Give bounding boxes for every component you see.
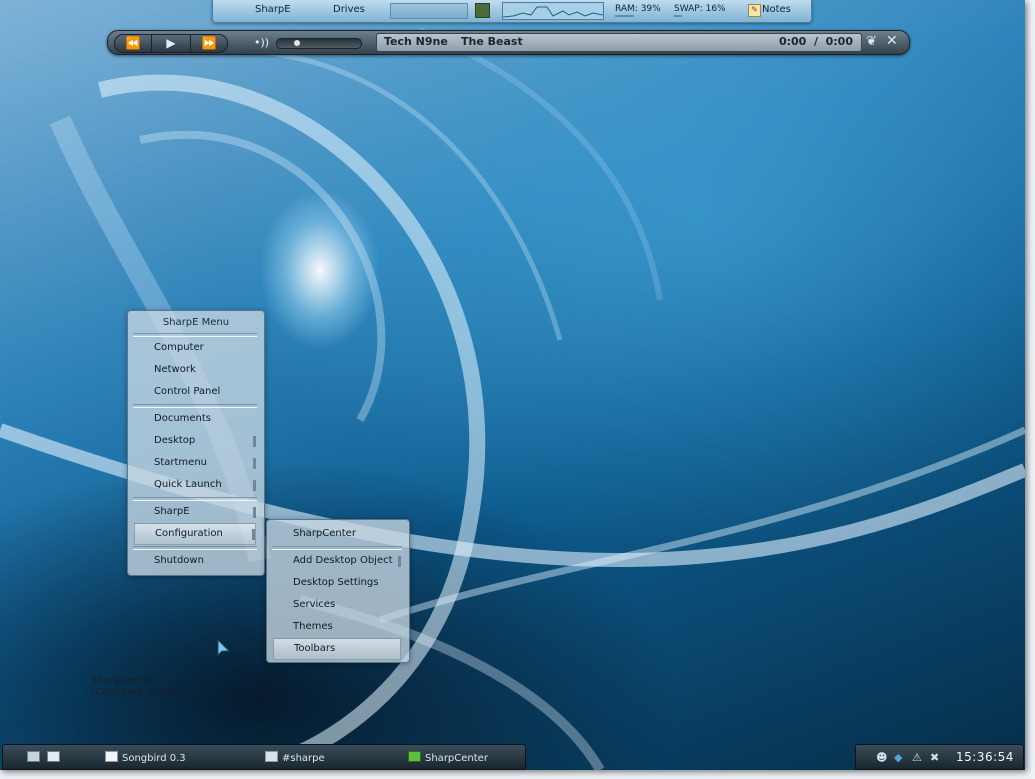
ram-meter	[615, 15, 634, 17]
network-icon[interactable]: ◆	[894, 751, 902, 764]
menu-item-sharpcenter[interactable]: SharpCenter	[273, 524, 397, 544]
drive-usage-bar	[390, 3, 468, 19]
notepad-icon[interactable]: ✎	[748, 4, 761, 17]
menu-item-startmenu[interactable]: Startmenu	[134, 453, 256, 473]
submenu-indicator	[253, 458, 256, 469]
menu-item-quick-launch[interactable]: Quick Launch	[134, 475, 256, 495]
menu-separator	[133, 546, 257, 550]
menu-item-computer[interactable]: Computer	[134, 338, 256, 358]
top-toolbar: SharpE Drives RAM: 39% SWAP: 16% ✎ Notes	[212, 0, 812, 23]
drives-button[interactable]: Drives	[333, 4, 365, 15]
messenger-icon[interactable]: ☻	[876, 751, 887, 764]
menu-item-label: Quick Launch	[154, 479, 222, 490]
next-button[interactable]: ⏩	[190, 34, 228, 53]
songbird-icon	[105, 751, 118, 762]
submenu-indicator	[252, 529, 255, 540]
submenu-indicator	[253, 436, 256, 447]
play-button[interactable]: ▶	[151, 34, 191, 53]
track-title: The Beast	[461, 35, 523, 48]
submenu-indicator	[398, 556, 401, 567]
menu-item-configuration[interactable]: Configuration	[134, 523, 256, 545]
ram-label: RAM: 39%	[615, 4, 661, 14]
fast-backward-icon: ⏪	[125, 36, 141, 50]
monitor-icon[interactable]	[475, 3, 490, 18]
menu-item-label: Configuration	[155, 528, 223, 539]
seek-slider[interactable]	[276, 38, 362, 49]
menu-separator	[133, 404, 257, 408]
menu-separator	[133, 497, 257, 501]
menu-separator	[272, 546, 402, 550]
menu-item-desktop-settings[interactable]: Desktop Settings	[273, 573, 401, 593]
connection-icon[interactable]: ⚠	[912, 751, 922, 764]
cpu-graph	[502, 2, 604, 20]
tooltip: SharpCenter (Configure SharpE)	[91, 675, 186, 699]
volume-mute-icon[interactable]: ✖	[930, 751, 939, 764]
media-player-bar: ⏪ ▶ ⏩ •)) Tech N9ne The Beast 0:00 / 0:0…	[107, 30, 910, 55]
menu-item-documents[interactable]: Documents	[134, 409, 256, 429]
close-icon[interactable]: ✕	[886, 33, 898, 50]
mouse-cursor-icon	[217, 639, 231, 657]
notes-button[interactable]: Notes	[762, 4, 791, 15]
menu-item-label: Startmenu	[154, 457, 207, 468]
task-sharpe-chat[interactable]: #sharpe	[265, 751, 325, 764]
track-time: 0:00 / 0:00	[778, 35, 853, 48]
play-icon: ▶	[166, 36, 176, 50]
track-display: Tech N9ne The Beast 0:00 / 0:00	[376, 33, 862, 52]
sharpcenter-icon	[408, 751, 421, 762]
show-desktop-icon[interactable]	[27, 751, 44, 764]
task-label: SharpCenter	[425, 753, 488, 764]
submenu-indicator	[253, 480, 256, 491]
menu-item-label: SharpE	[154, 506, 190, 517]
submenu-indicator	[253, 507, 256, 518]
tooltip-description: (Configure SharpE)	[91, 687, 187, 698]
swap-meter	[674, 15, 682, 17]
menu-separator	[133, 333, 257, 337]
taskbar: Songbird 0.3 #sharpe SharpCenter	[2, 744, 526, 770]
menu-item-shutdown[interactable]: Shutdown	[134, 551, 256, 571]
sharpe-menu: SharpE Menu Computer Network Control Pan…	[127, 310, 265, 576]
menu-item-control-panel[interactable]: Control Panel	[134, 382, 256, 402]
tooltip-title: SharpCenter	[91, 675, 154, 686]
track-artist: Tech N9ne	[384, 35, 448, 48]
task-label: Songbird 0.3	[122, 753, 186, 764]
system-tray: ☻ ◆ ⚠ ✖ 15:36:54	[855, 744, 1024, 770]
menu-item-toolbars[interactable]: Toolbars	[273, 638, 401, 660]
menu-item-label: Desktop	[154, 435, 196, 446]
chat-window-icon	[265, 751, 278, 762]
menu-item-add-desktop-object[interactable]: Add Desktop Object	[273, 551, 401, 571]
previous-button[interactable]: ⏪	[114, 34, 152, 53]
task-label: #sharpe	[282, 753, 325, 764]
menu-item-themes[interactable]: Themes	[273, 617, 401, 637]
menu-item-services[interactable]: Services	[273, 595, 401, 615]
leaf-icon[interactable]: ❦	[866, 33, 877, 50]
fast-forward-icon: ⏩	[201, 36, 217, 50]
sharpe-button[interactable]: SharpE	[255, 4, 291, 15]
task-songbird[interactable]: Songbird 0.3	[105, 751, 186, 764]
menu-title: SharpE Menu	[162, 317, 230, 328]
swap-label: SWAP: 16%	[674, 4, 726, 14]
window-switch-icon[interactable]	[47, 751, 64, 764]
seek-knob[interactable]	[293, 40, 300, 46]
menu-item-desktop[interactable]: Desktop	[134, 431, 256, 451]
configuration-submenu: SharpCenter Add Desktop Object Desktop S…	[266, 519, 410, 663]
task-sharpcenter[interactable]: SharpCenter	[408, 751, 488, 764]
menu-item-label: Add Desktop Object	[293, 555, 393, 566]
desktop[interactable]: SharpE Drives RAM: 39% SWAP: 16% ✎ Notes…	[0, 0, 1025, 770]
speaker-icon[interactable]: •))	[254, 34, 269, 51]
menu-item-network[interactable]: Network	[134, 360, 256, 380]
menu-item-sharpe[interactable]: SharpE	[134, 502, 256, 522]
clock: 15:36:54	[956, 750, 1014, 764]
